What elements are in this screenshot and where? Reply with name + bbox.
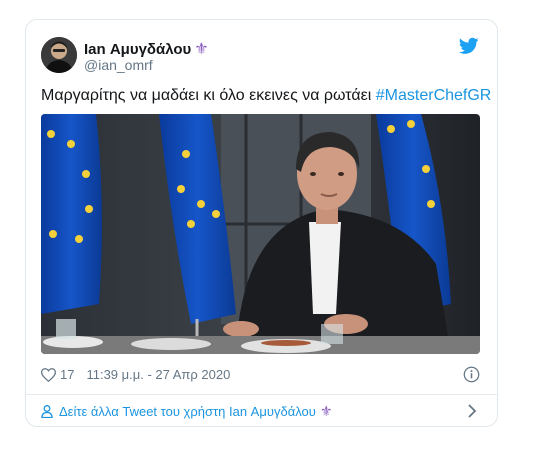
more-tweets-link[interactable]: Δείτε άλλα Tweet του χρήστη Ian Αμυγδάλο…	[41, 403, 332, 420]
tweet-text: Μαργαρίτης να μαδάει κι όλο εκεινες να ρ…	[41, 87, 491, 105]
heart-icon[interactable]	[41, 367, 56, 382]
author-handle[interactable]: @ian_omrf	[84, 57, 153, 73]
divider	[26, 394, 497, 395]
tweet-timestamp[interactable]: 11:39 μ.μ. - 27 Απρ 2020	[86, 367, 230, 382]
tweet-body: Μαργαρίτης να μαδάει κι όλο εκεινες να ρ…	[41, 87, 376, 104]
author-display-name: Ian Αμυγδάλου	[84, 41, 192, 58]
author-name[interactable]: Ian Αμυγδάλου ⚜	[84, 39, 209, 59]
twitter-bird-icon[interactable]	[459, 37, 479, 55]
user-icon	[41, 405, 53, 418]
like-count[interactable]: 17	[60, 367, 74, 382]
fleur-de-lis-emoji: ⚜	[319, 403, 333, 419]
fleur-de-lis-emoji: ⚜	[194, 41, 209, 58]
hashtag-link[interactable]: #MasterChefGR	[376, 87, 492, 104]
tweet-video-thumbnail[interactable]	[41, 114, 480, 354]
chevron-right-icon[interactable]	[467, 404, 477, 418]
more-tweets-label: Δείτε άλλα Tweet του χρήστη Ian Αμυγδάλο…	[59, 404, 316, 419]
embedded-tweet-card: Ian Αμυγδάλου ⚜ @ian_omrf Μαργαρίτης να μ…	[25, 19, 498, 427]
tweet-meta: 17 11:39 μ.μ. - 27 Απρ 2020	[41, 367, 230, 382]
info-icon[interactable]	[463, 366, 480, 383]
avatar[interactable]	[41, 37, 77, 73]
